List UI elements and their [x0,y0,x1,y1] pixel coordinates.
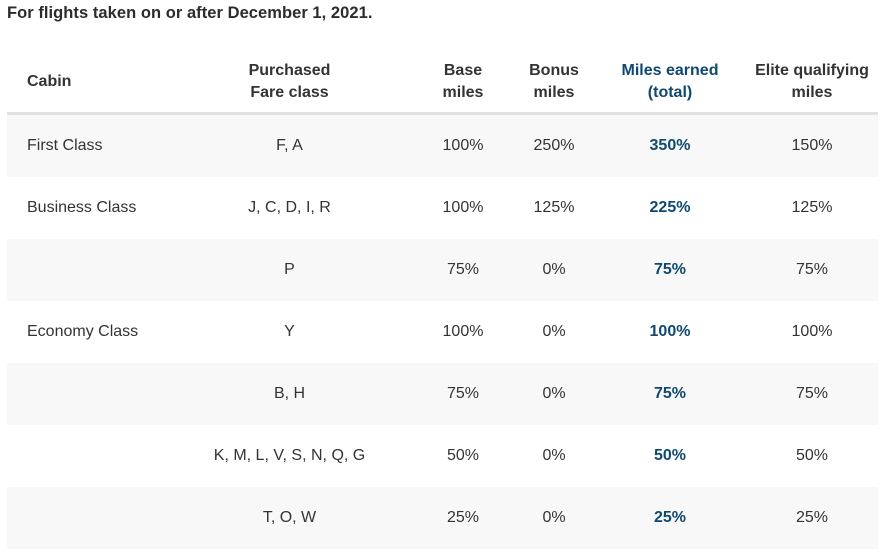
cell-bonus-miles: 125% [514,177,594,239]
cell-cabin [7,487,167,549]
table-row: First Class F, A 100% 250% 350% 150% [7,113,878,177]
cell-base-miles: 100% [412,113,514,177]
cell-bonus-miles: 0% [514,425,594,487]
cell-bonus-miles: 0% [514,363,594,425]
table-row: K, M, L, V, S, N, Q, G 50% 0% 50% 50% [7,425,878,487]
cell-miles-earned: 50% [594,425,746,487]
cell-miles-earned: 75% [594,363,746,425]
header-base-miles-line2: miles [442,84,484,101]
header-elite-qualifying: Elite qualifying miles [746,52,878,115]
header-elite-qualifying-line2: miles [791,84,833,101]
cell-miles-earned: 100% [594,301,746,363]
cell-miles-earned: 75% [594,239,746,301]
header-row: Cabin Purchased Fare class Base miles Bo… [7,52,878,115]
cell-miles-earned: 350% [594,113,746,177]
mileage-earning-table: Cabin Purchased Fare class Base miles Bo… [7,52,878,549]
table-row: T, O, W 25% 0% 25% 25% [7,487,878,549]
cell-base-miles: 75% [412,363,514,425]
cell-base-miles: 100% [412,301,514,363]
cell-fare-class: P [167,239,412,301]
cell-elite-qualifying: 125% [746,177,878,239]
cell-miles-earned: 25% [594,487,746,549]
cell-base-miles: 75% [412,239,514,301]
table-row: B, H 75% 0% 75% 75% [7,363,878,425]
cell-cabin [7,363,167,425]
cell-cabin: Business Class [7,177,167,239]
header-elite-qualifying-line1: Elite qualifying [755,62,869,79]
header-fare-class-line2: Fare class [250,84,329,101]
cell-bonus-miles: 0% [514,239,594,301]
header-bonus-miles-line1: Bonus [529,62,579,79]
table-row: Economy Class Y 100% 0% 100% 100% [7,301,878,363]
table-row: Business Class J, C, D, I, R 100% 125% 2… [7,177,878,239]
cell-cabin: First Class [7,113,167,177]
cell-fare-class: Y [167,301,412,363]
cell-base-miles: 100% [412,177,514,239]
table-header: Cabin Purchased Fare class Base miles Bo… [7,52,878,115]
table-row: P 75% 0% 75% 75% [7,239,878,301]
cell-base-miles: 25% [412,487,514,549]
header-bonus-miles-line2: miles [533,84,575,101]
cell-miles-earned: 225% [594,177,746,239]
cell-cabin: Economy Class [7,301,167,363]
cell-cabin [7,425,167,487]
cell-elite-qualifying: 25% [746,487,878,549]
header-miles-earned-line2: (total) [647,84,693,101]
cell-bonus-miles: 250% [514,113,594,177]
cell-fare-class: F, A [167,113,412,177]
header-miles-earned-line1: Miles earned [621,62,719,79]
cell-elite-qualifying: 150% [746,113,878,177]
cell-elite-qualifying: 50% [746,425,878,487]
cell-elite-qualifying: 75% [746,239,878,301]
header-base-miles-line1: Base [443,62,483,79]
header-fare-class-line1: Purchased [248,62,331,79]
header-miles-earned: Miles earned (total) [594,52,746,115]
header-cabin: Cabin [7,52,167,115]
header-cabin-label: Cabin [27,73,72,90]
cell-bonus-miles: 0% [514,487,594,549]
cell-fare-class: K, M, L, V, S, N, Q, G [167,425,412,487]
header-base-miles: Base miles [412,52,514,115]
table-body: First Class F, A 100% 250% 350% 150% Bus… [7,113,878,549]
cell-elite-qualifying: 75% [746,363,878,425]
cell-bonus-miles: 0% [514,301,594,363]
cell-fare-class: T, O, W [167,487,412,549]
cell-base-miles: 50% [412,425,514,487]
cell-elite-qualifying: 100% [746,301,878,363]
table-caption: For flights taken on or after December 1… [7,4,373,22]
header-bonus-miles: Bonus miles [514,52,594,115]
header-fare-class: Purchased Fare class [167,52,412,115]
cell-fare-class: J, C, D, I, R [167,177,412,239]
cell-cabin [7,239,167,301]
cell-fare-class: B, H [167,363,412,425]
